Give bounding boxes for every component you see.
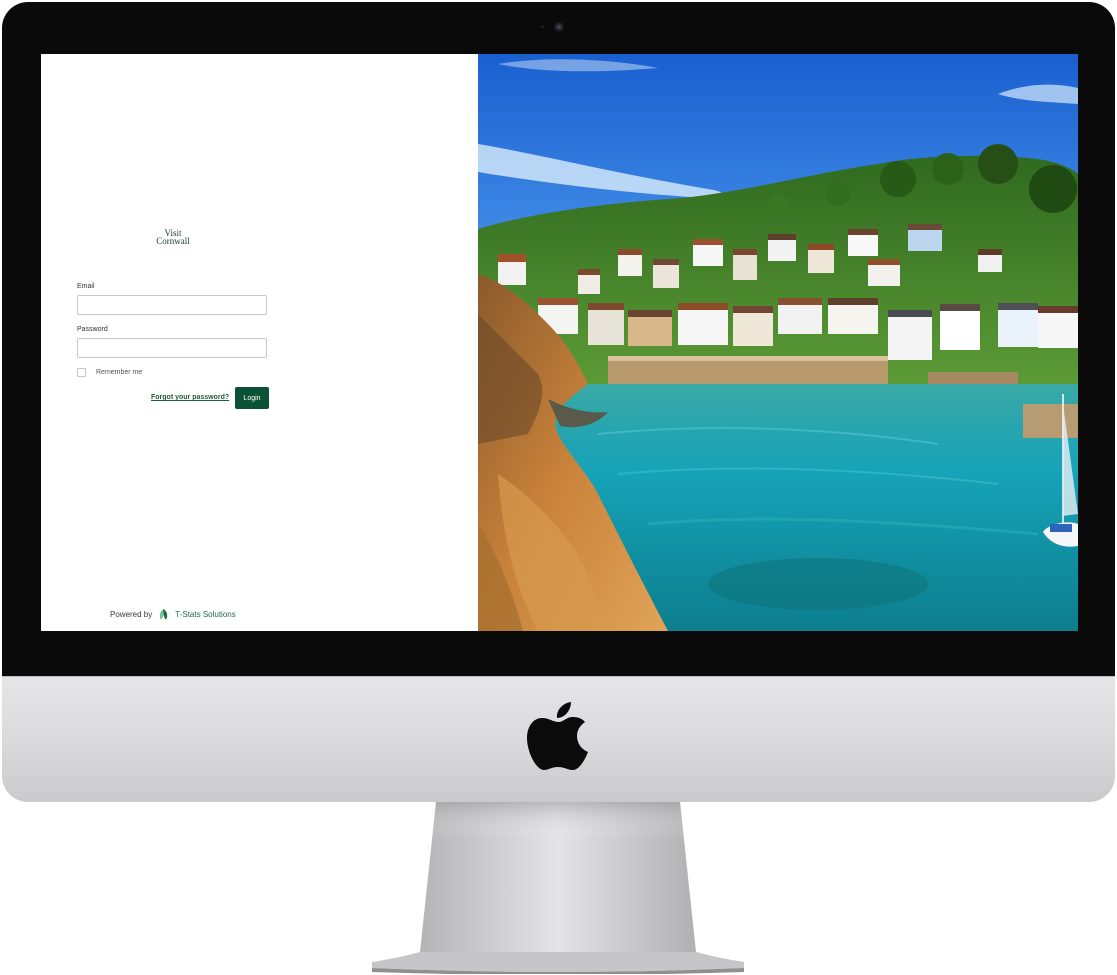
monitor-stand [372, 802, 744, 974]
login-button[interactable]: Login [235, 387, 269, 409]
forgot-password-link[interactable]: Forgot your password? [151, 394, 229, 401]
screen: Visit Cornwall Email Password Remember m… [41, 54, 1078, 631]
email-field[interactable] [77, 295, 267, 315]
coastal-harbour-village-photo [478, 54, 1078, 631]
password-label: Password [77, 326, 108, 333]
remember-me-checkbox[interactable] [77, 368, 86, 377]
powered-by-footer: Powered by T-Stats Solutions [110, 609, 236, 620]
powered-by-text: Powered by [110, 610, 153, 619]
visit-cornwall-logo: Visit Cornwall [137, 229, 209, 246]
light-sensor [541, 25, 544, 28]
chin-divider [2, 676, 1115, 677]
brand-line-2: Cornwall [156, 236, 190, 246]
email-label: Email [77, 283, 95, 290]
apple-logo-icon [527, 702, 588, 770]
t-stats-link[interactable]: T-Stats Solutions [175, 610, 235, 619]
login-panel: Visit Cornwall Email Password Remember m… [41, 54, 478, 631]
password-field[interactable] [77, 338, 267, 358]
webcam-icon [554, 22, 564, 32]
leaf-icon [160, 609, 168, 620]
remember-me-label: Remember me [96, 369, 143, 376]
